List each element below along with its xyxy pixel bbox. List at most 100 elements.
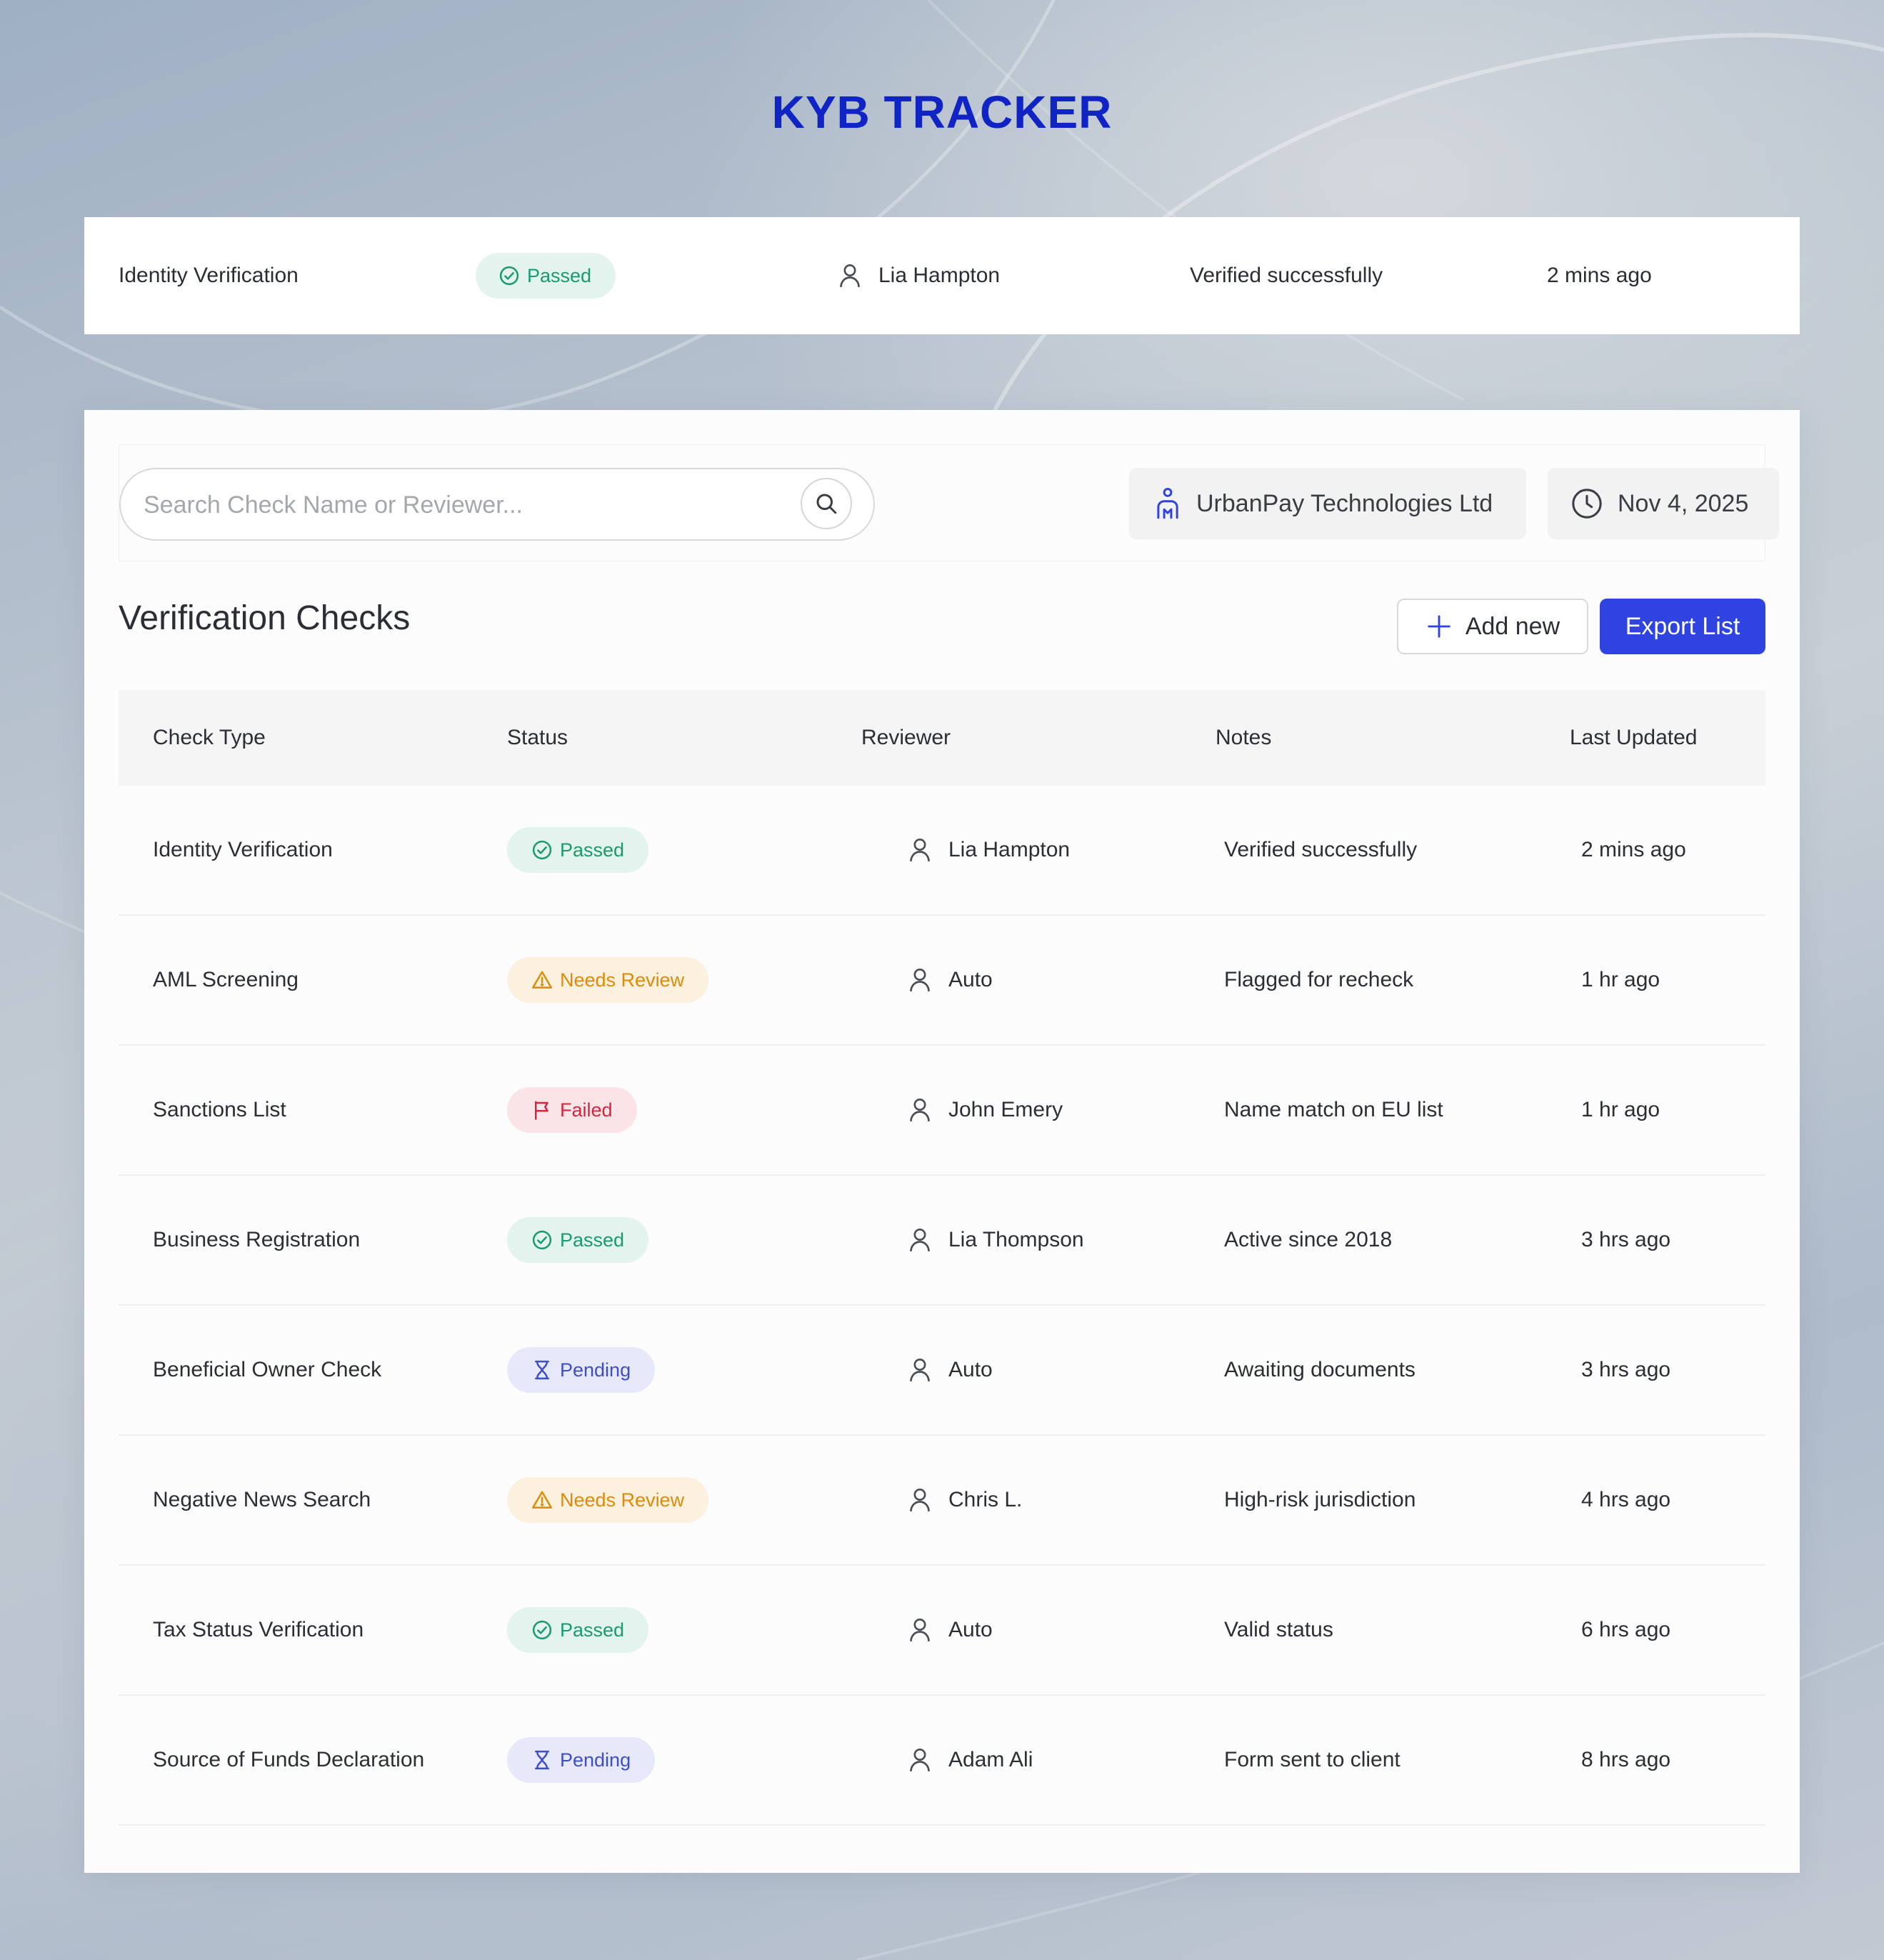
hourglass-icon xyxy=(531,1359,553,1381)
notes-cell: High-risk jurisdiction xyxy=(1224,1488,1416,1511)
table-row[interactable]: Business Registration Passed Lia Thompso… xyxy=(119,1176,1765,1306)
notes-cell: Form sent to client xyxy=(1224,1748,1401,1771)
summary-last-updated: 2 mins ago xyxy=(1547,264,1652,287)
reviewer-name: John Emery xyxy=(948,1098,1063,1121)
summary-status-cell: Passed xyxy=(476,217,616,334)
header-notes[interactable]: Notes xyxy=(1216,690,1271,786)
status-badge: Pending xyxy=(507,1737,656,1783)
check-type-cell: Beneficial Owner Check xyxy=(153,1358,382,1381)
check-type-cell: Sanctions List xyxy=(153,1098,286,1121)
reviewer-cell: Auto xyxy=(906,916,993,1044)
status-cell: Pending xyxy=(507,1696,656,1824)
check-circle-icon xyxy=(498,265,520,286)
notes-cell: Flagged for recheck xyxy=(1224,968,1414,991)
table-row[interactable]: AML Screening Needs Review Auto Flagged … xyxy=(119,916,1765,1046)
header-status[interactable]: Status xyxy=(507,690,568,786)
page-title: KYB TRACKER xyxy=(771,86,1113,138)
notes-cell: Awaiting documents xyxy=(1224,1358,1415,1381)
plus-icon xyxy=(1425,613,1453,640)
status-badge: Passed xyxy=(507,1607,649,1653)
user-icon xyxy=(906,1486,934,1514)
search-box[interactable] xyxy=(119,468,875,541)
notes-cell: Active since 2018 xyxy=(1224,1228,1393,1251)
date-selector[interactable]: Nov 4, 2025 xyxy=(1548,468,1779,539)
status-label: Passed xyxy=(560,1229,625,1251)
header-check-type[interactable]: Check Type xyxy=(153,690,266,786)
last-updated-cell: 2 mins ago xyxy=(1581,838,1686,861)
reviewer-name: Lia Hampton xyxy=(948,838,1071,861)
summary-reviewer-cell: Lia Hampton xyxy=(836,217,1000,334)
status-label: Passed xyxy=(560,1619,625,1641)
toolbar: UrbanPay Technologies Ltd Nov 4, 2025 xyxy=(119,444,1779,561)
reviewer-name: Lia Thompson xyxy=(948,1228,1084,1251)
flag-icon xyxy=(531,1099,553,1121)
status-cell: Pending xyxy=(507,1306,656,1434)
status-label: Needs Review xyxy=(560,1489,685,1511)
table-row[interactable]: Sanctions List Failed John Emery Name ma… xyxy=(119,1046,1765,1176)
search-input[interactable] xyxy=(142,469,788,541)
header-last-updated[interactable]: Last Updated xyxy=(1570,690,1697,786)
user-icon xyxy=(906,1746,934,1774)
reviewer-cell: Auto xyxy=(906,1306,993,1434)
header-reviewer[interactable]: Reviewer xyxy=(861,690,951,786)
notes-cell: Valid status xyxy=(1224,1618,1333,1641)
check-type-cell: Negative News Search xyxy=(153,1488,371,1511)
hourglass-icon xyxy=(531,1749,553,1771)
user-icon xyxy=(906,1226,934,1254)
section-title: Verification Checks xyxy=(119,599,411,637)
check-type-cell: AML Screening xyxy=(153,968,299,991)
table-row[interactable]: Beneficial Owner Check Pending Auto Awai… xyxy=(119,1306,1765,1436)
warning-triangle-icon xyxy=(531,1489,553,1511)
user-icon xyxy=(906,966,934,994)
status-cell: Needs Review xyxy=(507,916,709,1044)
table-body: Identity Verification Passed Lia Hampton… xyxy=(119,786,1765,1826)
summary-card[interactable]: Identity Verification Passed Lia Hampton… xyxy=(84,217,1800,334)
status-badge: Failed xyxy=(507,1087,637,1133)
checks-table: Check Type Status Reviewer Notes Last Up… xyxy=(119,690,1765,1826)
notes-cell: Verified successfully xyxy=(1224,838,1418,861)
reviewer-name: Auto xyxy=(948,968,993,991)
reviewer-name: Auto xyxy=(948,1618,993,1641)
search-button[interactable] xyxy=(801,478,852,529)
table-row[interactable]: Tax Status Verification Passed Auto Vali… xyxy=(119,1566,1765,1696)
table-row[interactable]: Source of Funds Declaration Pending Adam… xyxy=(119,1696,1765,1826)
company-selector[interactable]: UrbanPay Technologies Ltd xyxy=(1129,468,1526,539)
user-icon xyxy=(906,1616,934,1644)
status-cell: Passed xyxy=(507,786,649,914)
clock-icon xyxy=(1570,487,1603,520)
reviewer-cell: John Emery xyxy=(906,1046,1063,1174)
reviewer-cell: Chris L. xyxy=(906,1436,1022,1564)
reviewer-name: Adam Ali xyxy=(948,1748,1033,1771)
last-updated-cell: 8 hrs ago xyxy=(1581,1748,1671,1771)
check-circle-icon xyxy=(531,839,553,861)
summary-notes: Verified successfully xyxy=(1190,264,1383,287)
reviewer-cell: Lia Hampton xyxy=(906,786,1070,914)
last-updated-cell: 3 hrs ago xyxy=(1581,1228,1671,1251)
check-type-cell: Identity Verification xyxy=(153,838,333,861)
summary-check-type: Identity Verification xyxy=(119,264,299,287)
status-badge: Needs Review xyxy=(507,957,709,1003)
status-label: Passed xyxy=(560,839,625,861)
user-icon xyxy=(906,836,934,864)
person-icon xyxy=(1153,487,1182,520)
status-badge: Pending xyxy=(507,1347,656,1393)
status-cell: Passed xyxy=(507,1566,649,1694)
status-cell: Failed xyxy=(507,1046,637,1174)
table-row[interactable]: Negative News Search Needs Review Chris … xyxy=(119,1436,1765,1566)
status-badge: Passed xyxy=(507,1217,649,1263)
user-icon xyxy=(836,261,864,290)
status-badge: Needs Review xyxy=(507,1477,709,1523)
add-new-button[interactable]: Add new xyxy=(1397,599,1588,654)
export-list-button[interactable]: Export List xyxy=(1600,599,1765,654)
last-updated-cell: 3 hrs ago xyxy=(1581,1358,1671,1381)
warning-triangle-icon xyxy=(531,969,553,991)
verification-panel: UrbanPay Technologies Ltd Nov 4, 2025 Ve… xyxy=(84,410,1800,1873)
check-type-cell: Source of Funds Declaration xyxy=(153,1748,425,1771)
status-label: Failed xyxy=(560,1099,613,1121)
last-updated-cell: 1 hr ago xyxy=(1581,968,1660,991)
table-row[interactable]: Identity Verification Passed Lia Hampton… xyxy=(119,786,1765,916)
date-value: Nov 4, 2025 xyxy=(1618,489,1749,517)
reviewer-name: Lia Hampton xyxy=(878,264,1001,287)
user-icon xyxy=(906,1096,934,1124)
status-badge: Passed xyxy=(507,827,649,873)
